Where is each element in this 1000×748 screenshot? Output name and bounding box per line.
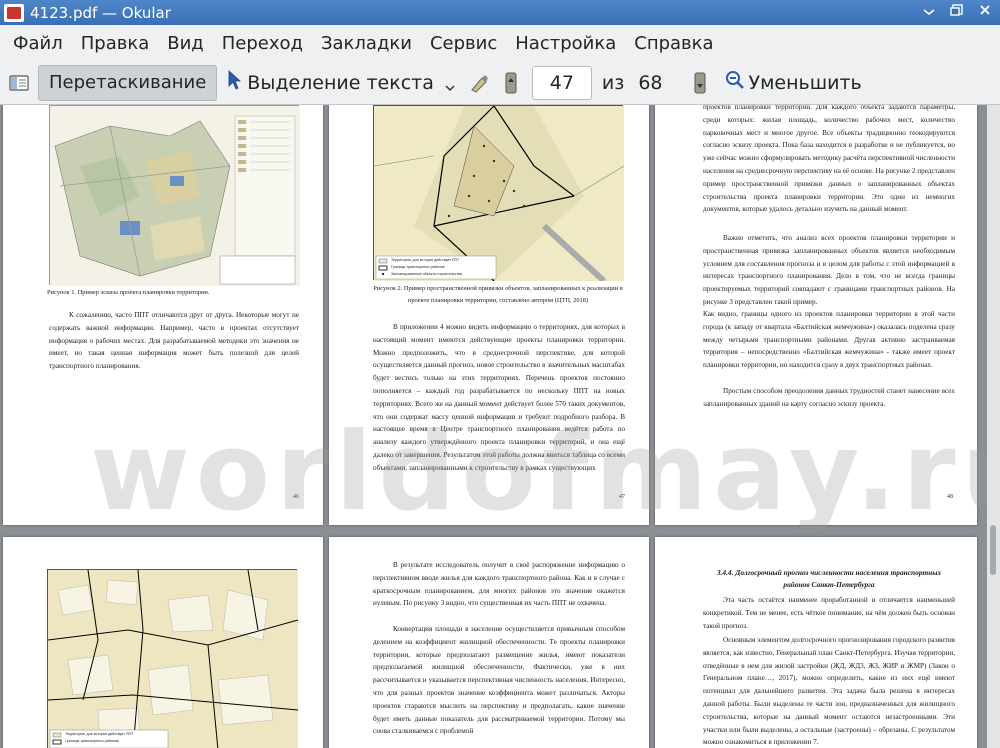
body-text: проектов планировки территории. Для кажд… bbox=[703, 105, 955, 214]
text-select-label: Выделение текста bbox=[247, 71, 434, 94]
figure-caption: Рисунок 2. Пример пространственной привя… bbox=[373, 285, 623, 304]
page-of-label: из bbox=[601, 71, 625, 94]
main-toolbar: Перетаскивание Выделение текста 47 из 68… bbox=[0, 61, 1000, 105]
body-text: Эта часть остаётся наименее проработанно… bbox=[703, 596, 955, 630]
previous-page-icon[interactable] bbox=[500, 72, 522, 94]
section-heading: 3.4.4. Долгосрочный прогноз численности … bbox=[716, 568, 942, 589]
body-text: Важно отметить, что анализ всех проектов… bbox=[703, 234, 955, 306]
menu-view[interactable]: Вид bbox=[158, 33, 213, 54]
legend-item: Территория, для которых действует ППТ bbox=[391, 258, 460, 262]
text-select-tool-button[interactable]: Выделение текста bbox=[227, 70, 456, 95]
body-text: К сожалению, часто ППТ отличаются друг о… bbox=[49, 311, 299, 371]
next-page-icon[interactable] bbox=[689, 72, 711, 94]
page-51: 3.4.4. Долгосрочный прогноз численности … bbox=[655, 537, 977, 748]
scrollbar-thumb[interactable] bbox=[990, 525, 996, 575]
vertical-scrollbar[interactable] bbox=[987, 105, 1000, 748]
page-number: 47 bbox=[619, 494, 625, 500]
page-number: 46 bbox=[293, 494, 299, 500]
page-48: проектов планировки территории. Для кажд… bbox=[655, 105, 977, 525]
close-icon[interactable] bbox=[976, 3, 994, 21]
page-46: Рисунок 1. Пример эскиза проекта планиро… bbox=[3, 105, 323, 525]
body-text: Простым способом преодоления данных труд… bbox=[703, 387, 955, 408]
legend-item: Территория, для которых действует ППТ bbox=[65, 732, 134, 736]
menu-edit[interactable]: Правка bbox=[72, 33, 159, 54]
menu-go[interactable]: Переход bbox=[213, 33, 312, 54]
highlighter-icon[interactable] bbox=[468, 72, 490, 94]
page-49: Территория, для которых действует ППТ Гр… bbox=[3, 537, 323, 748]
menu-bar: Файл Правка Вид Переход Закладки Сервис … bbox=[0, 25, 1000, 61]
chevron-down-icon[interactable] bbox=[444, 77, 456, 91]
okular-app-icon bbox=[4, 3, 24, 22]
document-view[interactable]: Рисунок 1. Пример эскиза проекта планиро… bbox=[0, 105, 987, 748]
map-legend: Территория, для которых действует ППТ Гр… bbox=[65, 731, 133, 745]
body-text: Основным элементом долгосрочного прогноз… bbox=[703, 636, 955, 747]
zoom-out-button[interactable]: Уменьшить bbox=[725, 70, 862, 95]
page-50: В результате исследователь получит в сво… bbox=[329, 537, 649, 748]
page-total-label: 68 bbox=[638, 71, 663, 94]
title-bar: 4123.pdf — Okular bbox=[0, 0, 1000, 25]
menu-file[interactable]: Файл bbox=[4, 33, 72, 54]
plan-sketch-image bbox=[49, 105, 300, 286]
menu-bookmarks[interactable]: Закладки bbox=[312, 33, 421, 54]
menu-tools[interactable]: Сервис bbox=[421, 33, 506, 54]
legend-item: Запланированные объекты строительства bbox=[391, 272, 462, 276]
body-text: Как видно, границы одного из проектов пл… bbox=[703, 310, 955, 370]
spatial-binding-map: Территория, для которых действует ППТ Гр… bbox=[373, 105, 625, 284]
zoom-out-label: Уменьшить bbox=[748, 71, 862, 94]
body-text: В результате исследователь получит в сво… bbox=[373, 561, 625, 608]
minimize-icon[interactable] bbox=[920, 3, 938, 21]
sidebar-toggle-icon[interactable] bbox=[8, 72, 30, 94]
zoom-out-icon bbox=[725, 70, 745, 95]
maximize-icon[interactable] bbox=[948, 3, 966, 21]
body-text: В приложении 4 можно видеть информацию о… bbox=[373, 323, 625, 472]
cursor-icon bbox=[227, 70, 242, 95]
legend-item: Границы транспортных районов bbox=[65, 739, 119, 743]
map-legend: Территория, для которых действует ППТ Гр… bbox=[391, 257, 462, 278]
districts-map: Территория, для которых действует ППТ Гр… bbox=[47, 569, 299, 748]
page-number: 48 bbox=[947, 494, 953, 500]
figure-caption: Рисунок 1. Пример эскиза проекта планиро… bbox=[47, 289, 210, 296]
page-47: Территория, для которых действует ППТ Гр… bbox=[329, 105, 649, 525]
page-number-input[interactable]: 47 bbox=[531, 65, 592, 100]
browse-tool-button[interactable]: Перетаскивание bbox=[38, 64, 218, 101]
window-title: 4123.pdf — Okular bbox=[30, 3, 171, 22]
menu-settings[interactable]: Настройка bbox=[506, 33, 625, 54]
menu-help[interactable]: Справка bbox=[625, 33, 722, 54]
body-text: Конвертация площади в население осуществ… bbox=[373, 625, 625, 736]
legend-item: Границы транспортных районов bbox=[391, 265, 445, 269]
window-controls bbox=[920, 3, 994, 21]
